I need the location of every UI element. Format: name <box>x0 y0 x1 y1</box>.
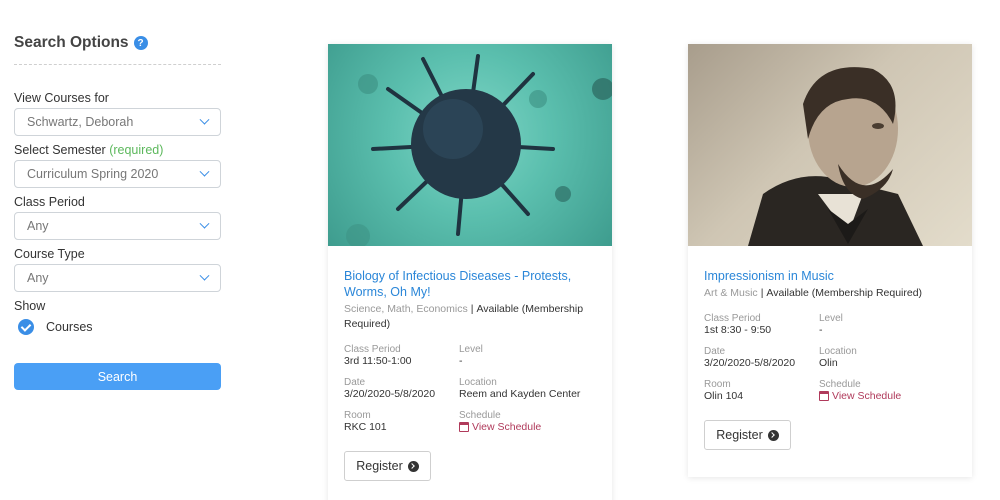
arrow-right-circle-icon <box>407 460 419 472</box>
arrow-right-circle-icon <box>767 429 779 441</box>
semester-select[interactable]: Curriculum Spring 2020 <box>14 160 221 188</box>
virus-illustration <box>346 54 612 246</box>
chevron-down-icon <box>199 166 210 177</box>
course-title-link[interactable]: Impressionism in Music <box>704 268 956 284</box>
date-value: 3/20/2020-5/8/2020 <box>344 388 436 400</box>
location-key: Location <box>819 346 857 357</box>
course-details: Impressionism in Music Art & Music | Avail… <box>688 246 972 450</box>
class-period-label: Class Period <box>14 195 85 209</box>
level-key: Level <box>819 313 843 324</box>
level-key: Level <box>459 344 483 355</box>
level-value: - <box>459 355 463 367</box>
course-type-value: Any <box>27 271 49 285</box>
show-courses-option[interactable]: Courses <box>14 319 221 335</box>
room-cell: Room Olin 104 <box>704 379 819 402</box>
class-period-select[interactable]: Any <box>14 212 221 240</box>
calendar-icon <box>459 422 469 432</box>
schedule-cell: Schedule View Schedule <box>459 410 596 433</box>
view-courses-select[interactable]: Schwartz, Deborah <box>14 108 221 136</box>
course-subjects: Art & Music <box>704 287 758 299</box>
class-period-value: Any <box>27 219 49 233</box>
date-value: 3/20/2020-5/8/2020 <box>704 357 796 369</box>
checkbox-checked-icon[interactable] <box>18 319 34 335</box>
view-schedule-link[interactable]: View Schedule <box>819 390 956 402</box>
search-button[interactable]: Search <box>14 363 221 390</box>
chevron-down-icon <box>199 270 210 281</box>
course-card: Impressionism in Music Art & Music | Avail… <box>688 44 972 477</box>
portrait-illustration <box>748 67 923 246</box>
date-cell: Date 3/20/2020-5/8/2020 <box>344 377 459 400</box>
level-cell: Level - <box>819 313 956 336</box>
location-value: Olin <box>819 357 838 369</box>
class-period-value: 3rd 11:50-1:00 <box>344 355 412 367</box>
course-details: Biology of Infectious Diseases - Protest… <box>328 246 612 481</box>
location-cell: Location Olin <box>819 346 956 369</box>
location-key: Location <box>459 377 497 388</box>
course-subjects: Science, Math, Economics <box>344 303 468 315</box>
location-value: Reem and Kayden Center <box>459 388 581 400</box>
divider <box>14 64 221 65</box>
location-cell: Location Reem and Kayden Center <box>459 377 596 400</box>
room-key: Room <box>344 410 371 421</box>
semester-label-text: Select Semester <box>14 143 106 157</box>
course-availability: Available (Membership Required) <box>766 287 923 299</box>
calendar-icon <box>819 391 829 401</box>
room-value: Olin 104 <box>704 390 744 402</box>
register-label: Register <box>716 428 763 442</box>
schedule-key: Schedule <box>819 379 861 390</box>
class-period-cell: Class Period 3rd 11:50-1:00 <box>344 344 459 367</box>
course-info-grid: Class Period 3rd 11:50-1:00 Level - Date… <box>344 344 596 433</box>
schedule-cell: Schedule View Schedule <box>819 379 956 402</box>
date-cell: Date 3/20/2020-5/8/2020 <box>704 346 819 369</box>
help-icon[interactable]: ? <box>133 36 148 50</box>
register-button[interactable]: Register <box>344 451 431 481</box>
class-period-cell: Class Period 1st 8:30 - 9:50 <box>704 313 819 336</box>
view-schedule-label: View Schedule <box>472 421 542 433</box>
view-schedule-label: View Schedule <box>832 390 902 402</box>
view-courses-label: View Courses for <box>14 91 109 105</box>
room-cell: Room RKC 101 <box>344 410 459 433</box>
class-period-key: Class Period <box>344 344 401 355</box>
semester-value: Curriculum Spring 2020 <box>27 167 159 181</box>
course-image-virus <box>328 44 612 246</box>
chevron-down-icon <box>199 218 210 229</box>
class-period-key: Class Period <box>704 313 761 324</box>
register-label: Register <box>356 459 403 473</box>
course-image-portrait <box>688 44 972 246</box>
date-key: Date <box>704 346 726 357</box>
course-title-link[interactable]: Biology of Infectious Diseases - Protest… <box>344 268 596 300</box>
show-label: Show <box>14 299 46 313</box>
required-indicator: (required) <box>109 143 164 157</box>
course-card: Biology of Infectious Diseases - Protest… <box>328 44 612 500</box>
class-period-value: 1st 8:30 - 9:50 <box>704 324 772 336</box>
course-info-grid: Class Period 1st 8:30 - 9:50 Level - Dat… <box>704 313 956 402</box>
chevron-down-icon <box>199 114 210 125</box>
room-value: RKC 101 <box>344 421 387 433</box>
view-courses-value: Schwartz, Deborah <box>27 115 134 129</box>
search-options-title: Search Options ? <box>14 34 221 52</box>
level-cell: Level - <box>459 344 596 367</box>
date-key: Date <box>344 377 366 388</box>
course-type-select[interactable]: Any <box>14 264 221 292</box>
search-options-panel: Search Options ? View Courses for Schwar… <box>14 34 221 390</box>
course-meta: Science, Math, Economics | Available (Memb… <box>344 303 584 330</box>
course-type-label: Course Type <box>14 247 85 261</box>
course-meta: Art & Music | Available (Membership Requir… <box>704 287 923 299</box>
view-schedule-link[interactable]: View Schedule <box>459 421 596 433</box>
register-button[interactable]: Register <box>704 420 791 450</box>
schedule-key: Schedule <box>459 410 501 421</box>
show-courses-label: Courses <box>46 320 93 334</box>
search-options-heading: Search Options <box>14 34 129 51</box>
semester-label: Select Semester (required) <box>14 143 221 157</box>
room-key: Room <box>704 379 731 390</box>
level-value: - <box>819 324 823 336</box>
